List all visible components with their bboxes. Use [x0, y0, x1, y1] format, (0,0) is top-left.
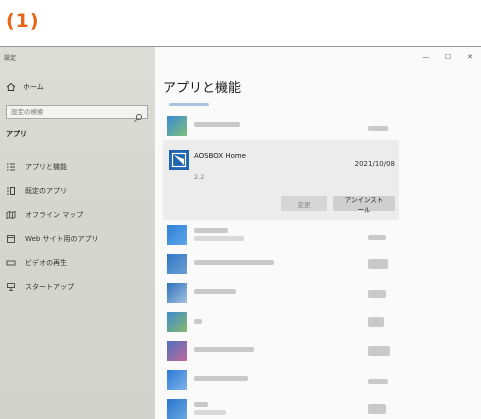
aosbox-logo-icon: [171, 152, 187, 168]
modify-button[interactable]: 変更: [281, 196, 327, 211]
app-icon: [167, 283, 187, 303]
list-item[interactable]: [163, 336, 399, 365]
sidebar-item-label: スタートアップ: [25, 283, 74, 291]
map-icon: [6, 210, 16, 220]
list-item[interactable]: [163, 111, 399, 140]
blurred-content: [368, 235, 386, 240]
list-item[interactable]: [163, 365, 399, 394]
app-version: 2.2: [194, 173, 205, 181]
blurred-content: [368, 404, 386, 414]
list-item[interactable]: [163, 249, 399, 278]
app-name: AOSBOX Home: [194, 152, 247, 160]
blurred-content: [194, 228, 228, 233]
blurred-content: [194, 410, 226, 415]
search-input[interactable]: [7, 108, 127, 116]
blurred-content: [169, 103, 209, 106]
app-icon: [167, 312, 187, 332]
app-icon: [167, 225, 187, 245]
web-apps-icon: [6, 234, 16, 244]
startup-icon: [6, 282, 16, 292]
app-install-date: 2021/10/08: [354, 160, 395, 168]
sidebar: 設定 ホーム アプリ アプリと機能: [0, 47, 155, 419]
list-item-selected[interactable]: AOSBOX Home 2021/10/08 2.2 変更 アンインストール: [163, 140, 399, 220]
blurred-content: [368, 317, 384, 327]
list-item[interactable]: [163, 307, 399, 336]
default-apps-icon: [6, 186, 16, 196]
window-title: 設定: [4, 55, 17, 62]
page-title: アプリと機能: [163, 81, 242, 96]
sidebar-item-apps-features[interactable]: アプリと機能: [6, 155, 152, 179]
window-controls: — ☐ ✕: [415, 51, 481, 63]
blurred-content: [368, 290, 386, 298]
blurred-content: [194, 376, 248, 381]
app-list: AOSBOX Home 2021/10/08 2.2 変更 アンインストール: [163, 103, 399, 419]
list-item[interactable]: [163, 220, 399, 249]
sidebar-nav: アプリと機能 既定のアプリ オフライン マップ Web サイト用のアプリ ビデオ…: [6, 155, 152, 299]
sidebar-item-label: 既定のアプリ: [25, 187, 67, 195]
main-panel: — ☐ ✕ アプリと機能 AOSBOX Home 2021/10/08 2.2: [155, 47, 481, 419]
app-icon: [167, 254, 187, 274]
app-icon: [167, 341, 187, 361]
app-icon: [167, 399, 187, 419]
settings-window: 設定 ホーム アプリ アプリと機能: [0, 46, 481, 419]
sidebar-item-startup[interactable]: スタートアップ: [6, 275, 152, 299]
blurred-content: [194, 289, 236, 294]
blurred-content: [194, 122, 240, 127]
blurred-content: [368, 346, 390, 356]
uninstall-button[interactable]: アンインストール: [333, 196, 395, 214]
blurred-content: [194, 236, 244, 241]
sidebar-item-label: Web サイト用のアプリ: [25, 235, 99, 243]
minimize-button[interactable]: —: [415, 51, 437, 63]
video-icon: [6, 258, 16, 268]
app-icon: [167, 116, 187, 136]
sidebar-item-label: アプリと機能: [25, 163, 67, 171]
maximize-button[interactable]: ☐: [437, 51, 459, 63]
sidebar-section-heading: アプリ: [6, 130, 27, 138]
sidebar-item-label: ビデオの再生: [25, 259, 67, 267]
close-button[interactable]: ✕: [459, 51, 481, 63]
sidebar-item-apps-for-websites[interactable]: Web サイト用のアプリ: [6, 227, 152, 251]
blurred-content: [194, 319, 202, 324]
list-item[interactable]: [163, 394, 399, 419]
sidebar-item-video-playback[interactable]: ビデオの再生: [6, 251, 152, 275]
sidebar-item-label: オフライン マップ: [25, 211, 84, 219]
sidebar-item-offline-maps[interactable]: オフライン マップ: [6, 203, 152, 227]
step-label: (1): [6, 10, 40, 32]
list-item[interactable]: [163, 103, 399, 111]
app-actions: 変更 アンインストール: [281, 196, 395, 214]
blurred-content: [368, 126, 388, 131]
sidebar-item-label: ホーム: [23, 83, 44, 91]
home-icon: [6, 82, 16, 92]
list-item[interactable]: [163, 278, 399, 307]
list-icon: [6, 162, 16, 172]
search-icon[interactable]: [133, 108, 143, 123]
blurred-content: [368, 379, 388, 384]
search-box[interactable]: [6, 105, 148, 123]
blurred-content: [194, 260, 274, 265]
blurred-content: [194, 347, 254, 352]
app-icon: [167, 370, 187, 390]
sidebar-item-home[interactable]: ホーム: [6, 80, 44, 94]
blurred-content: [194, 402, 208, 407]
blurred-content: [368, 259, 388, 269]
app-icon: [169, 150, 189, 170]
sidebar-item-default-apps[interactable]: 既定のアプリ: [6, 179, 152, 203]
